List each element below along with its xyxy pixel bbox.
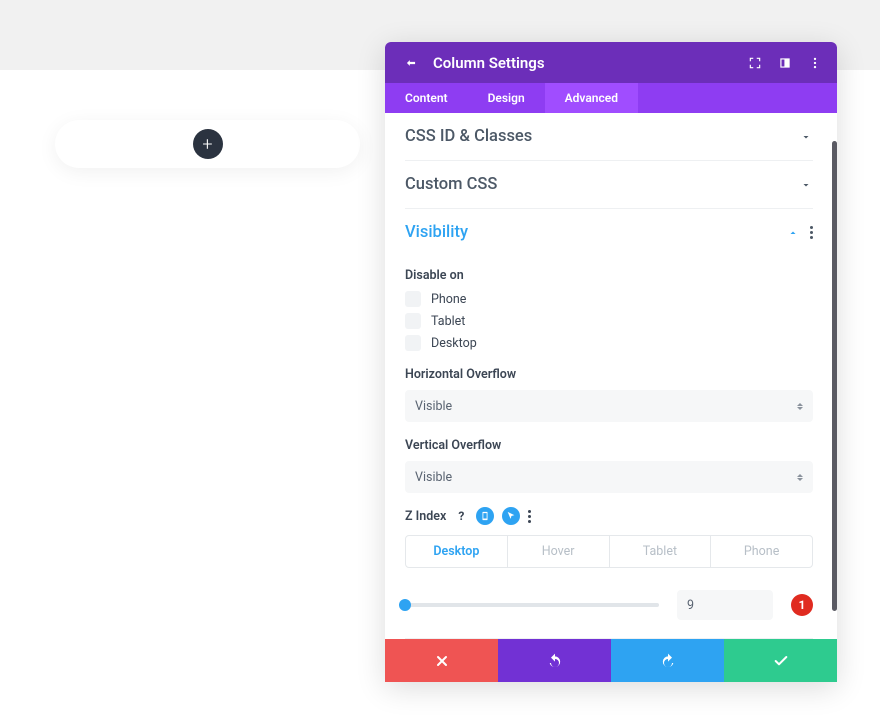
section-kebab-icon[interactable] (810, 226, 813, 239)
disable-phone-row[interactable]: Phone (405, 291, 813, 307)
help-icon[interactable]: ? (454, 509, 468, 523)
panel-layout-icon[interactable] (777, 55, 793, 71)
add-module-button[interactable]: + (193, 129, 223, 159)
modal-title: Column Settings (433, 54, 733, 72)
visibility-section-body: Disable on Phone Tablet Desktop Horizont… (405, 256, 813, 639)
disable-desktop-row[interactable]: Desktop (405, 335, 813, 351)
responsive-phone-icon[interactable] (476, 507, 494, 525)
section-title: Visibility (405, 223, 786, 242)
back-icon[interactable] (403, 55, 419, 71)
modal-footer (385, 639, 837, 682)
seg-phone[interactable]: Phone (711, 536, 812, 567)
tab-advanced[interactable]: Advanced (545, 83, 638, 113)
modal-scroll-area[interactable]: CSS ID & Classes Custom CSS Visibility (385, 113, 831, 639)
z-index-device-segment: Desktop Hover Tablet Phone (405, 535, 813, 568)
section-title: CSS ID & Classes (405, 127, 799, 146)
z-index-input[interactable] (677, 590, 773, 620)
redo-button[interactable] (611, 639, 724, 682)
tab-content[interactable]: Content (385, 83, 468, 113)
select-caret-icon (797, 474, 803, 481)
hover-cursor-icon[interactable] (502, 507, 520, 525)
checkbox-label: Tablet (431, 314, 465, 329)
section-custom-css[interactable]: Custom CSS (405, 161, 813, 209)
v-overflow-label: Vertical Overflow (405, 438, 813, 453)
cancel-button[interactable] (385, 639, 498, 682)
checkbox-label: Desktop (431, 336, 477, 351)
annotation-badge-1: 1 (791, 594, 813, 616)
expand-icon[interactable] (747, 55, 763, 71)
checkbox-phone[interactable] (405, 291, 421, 307)
tab-design[interactable]: Design (468, 83, 545, 113)
checkbox-desktop[interactable] (405, 335, 421, 351)
section-visibility[interactable]: Visibility (405, 209, 813, 256)
save-button[interactable] (724, 639, 837, 682)
chevron-down-icon (799, 130, 813, 144)
section-title: Custom CSS (405, 175, 799, 194)
select-value: Visible (415, 470, 452, 485)
undo-button[interactable] (498, 639, 611, 682)
modal-body: CSS ID & Classes Custom CSS Visibility (385, 113, 837, 639)
h-overflow-label: Horizontal Overflow (405, 367, 813, 382)
section-css-id-classes[interactable]: CSS ID & Classes (405, 113, 813, 161)
seg-hover[interactable]: Hover (508, 536, 610, 567)
scrollbar-thumb[interactable] (832, 141, 837, 611)
z-index-slider-row: 1 (405, 590, 813, 620)
chevron-up-icon (786, 226, 800, 240)
checkbox-tablet[interactable] (405, 313, 421, 329)
page-canvas (0, 70, 385, 724)
module-add-pill: + (55, 120, 360, 168)
z-index-slider[interactable] (405, 603, 659, 607)
v-overflow-select[interactable]: Visible (405, 461, 813, 493)
scrollbar-track[interactable] (832, 141, 837, 629)
select-value: Visible (415, 399, 452, 414)
slider-thumb[interactable] (399, 599, 411, 611)
seg-desktop[interactable]: Desktop (406, 536, 508, 567)
disable-tablet-row[interactable]: Tablet (405, 313, 813, 329)
modal-tabbar: Content Design Advanced (385, 83, 837, 113)
seg-tablet[interactable]: Tablet (610, 536, 712, 567)
h-overflow-select[interactable]: Visible (405, 390, 813, 422)
column-settings-modal: Column Settings Content Design Advanced … (385, 42, 837, 682)
modal-header: Column Settings (385, 42, 837, 83)
z-index-kebab-icon[interactable] (528, 510, 531, 523)
disable-on-label: Disable on (405, 268, 813, 283)
select-caret-icon (797, 403, 803, 410)
z-index-label-row: Z Index ? (405, 507, 813, 525)
header-kebab-icon[interactable] (807, 55, 823, 71)
chevron-down-icon (799, 178, 813, 192)
checkbox-label: Phone (431, 292, 466, 307)
z-index-label: Z Index (405, 509, 446, 524)
